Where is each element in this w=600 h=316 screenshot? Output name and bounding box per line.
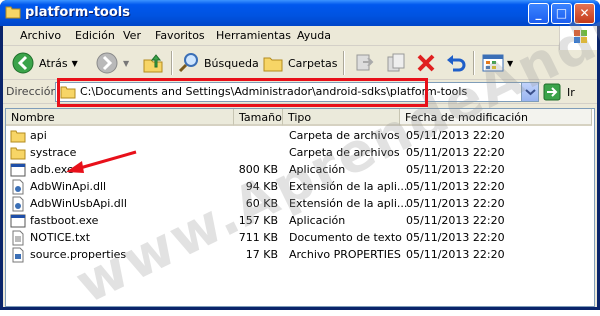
exe-icon xyxy=(10,214,26,228)
menu-bar: Archivo Edición Ver Favoritos Herramient… xyxy=(3,26,597,50)
chevron-down-icon xyxy=(525,89,536,96)
file-modified: 05/11/2013 22:20 xyxy=(406,146,505,159)
undo-icon xyxy=(447,55,466,72)
file-type: Carpeta de archivos xyxy=(289,146,400,159)
up-folder-button[interactable] xyxy=(141,50,165,76)
file-type: Extensión de la apli... xyxy=(289,180,408,193)
file-row[interactable]: AdbWinApi.dll 94 KB Extensión de la apli… xyxy=(6,179,594,196)
file-name: NOTICE.txt xyxy=(30,231,91,244)
menu-edicion[interactable]: Edición xyxy=(75,29,115,42)
column-header-size[interactable]: Tamaño xyxy=(234,109,283,126)
file-type: Carpeta de archivos xyxy=(289,129,400,142)
file-size: 60 KB xyxy=(245,197,278,210)
file-type: Aplicación xyxy=(289,163,346,176)
file-modified: 05/11/2013 22:20 xyxy=(406,197,505,210)
maximize-button[interactable]: □ xyxy=(551,3,572,24)
folders-label: Carpetas xyxy=(288,56,338,70)
views-dropdown-icon[interactable]: ▼ xyxy=(507,59,513,68)
column-header-name[interactable]: Nombre xyxy=(6,109,234,126)
toolbar-separator xyxy=(473,51,475,75)
column-header-type[interactable]: Tipo xyxy=(283,109,400,126)
back-label: Atrás xyxy=(39,56,68,70)
folder-icon xyxy=(5,6,21,19)
annotation-arrow-icon xyxy=(66,150,137,173)
address-highlight-box xyxy=(57,78,428,107)
back-arrow-icon xyxy=(12,52,34,74)
toolbar-separator xyxy=(343,51,345,75)
address-label: Dirección xyxy=(6,85,58,98)
go-arrow-icon xyxy=(543,83,561,101)
go-button[interactable]: Ir xyxy=(543,83,575,101)
folders-button[interactable]: Carpetas xyxy=(262,50,337,76)
file-row[interactable]: api Carpeta de archivos 05/11/2013 22:20 xyxy=(6,128,594,145)
file-size: 711 KB xyxy=(238,231,278,244)
dll-icon xyxy=(12,179,24,195)
file-row[interactable]: NOTICE.txt 711 KB Documento de texto 05/… xyxy=(6,230,594,247)
menu-archivo[interactable]: Archivo xyxy=(20,29,61,42)
file-size: 157 KB xyxy=(238,214,278,227)
file-name: fastboot.exe xyxy=(30,214,99,227)
file-modified: 05/11/2013 22:20 xyxy=(406,248,505,261)
menu-favoritos[interactable]: Favoritos xyxy=(155,29,205,42)
forward-arrow-icon xyxy=(96,52,118,74)
go-label: Ir xyxy=(567,85,575,99)
properties-file-icon xyxy=(12,247,24,263)
title-bar[interactable]: platform-tools _ □ ✕ xyxy=(0,0,600,26)
back-dropdown-icon[interactable]: ▼ xyxy=(72,59,78,68)
file-name: AdbWinApi.dll xyxy=(30,180,107,193)
copy-to-button[interactable] xyxy=(385,50,407,76)
file-type: Documento de texto xyxy=(289,231,402,244)
file-type: Archivo PROPERTIES xyxy=(289,248,401,261)
views-icon xyxy=(482,54,504,72)
views-button[interactable]: ▼ xyxy=(481,50,513,76)
delete-button[interactable] xyxy=(415,50,437,76)
address-dropdown-button[interactable] xyxy=(521,83,538,101)
toolbar-separator xyxy=(171,51,173,75)
close-button[interactable]: ✕ xyxy=(574,3,595,24)
file-name: AdbWinUsbApi.dll xyxy=(30,197,127,210)
file-name: api xyxy=(30,129,47,142)
dll-icon xyxy=(12,196,24,212)
minimize-button[interactable]: _ xyxy=(528,3,549,24)
search-label: Búsqueda xyxy=(204,56,259,70)
file-size: 800 KB xyxy=(238,163,278,176)
file-row[interactable]: source.properties 17 KB Archivo PROPERTI… xyxy=(6,247,594,264)
file-row[interactable]: AdbWinUsbApi.dll 60 KB Extensión de la a… xyxy=(6,196,594,213)
up-folder-icon xyxy=(143,54,163,73)
folder-icon xyxy=(10,147,26,160)
column-header-modified[interactable]: Fecha de modificación xyxy=(400,109,592,126)
delete-x-icon xyxy=(417,54,435,72)
file-size: 94 KB xyxy=(245,180,278,193)
menu-ayuda[interactable]: Ayuda xyxy=(297,29,331,42)
copy-to-icon xyxy=(387,53,405,72)
file-modified: 05/11/2013 22:20 xyxy=(406,163,505,176)
file-modified: 05/11/2013 22:20 xyxy=(406,214,505,227)
file-row[interactable]: fastboot.exe 157 KB Aplicación 05/11/201… xyxy=(6,213,594,230)
forward-button[interactable]: ▼ xyxy=(95,50,129,76)
folders-icon xyxy=(263,57,283,72)
file-modified: 05/11/2013 22:20 xyxy=(406,129,505,142)
text-file-icon xyxy=(12,230,24,246)
file-modified: 05/11/2013 22:20 xyxy=(406,231,505,244)
forward-dropdown-icon[interactable]: ▼ xyxy=(123,59,129,68)
move-to-icon xyxy=(356,54,374,71)
file-size: 17 KB xyxy=(245,248,278,261)
move-to-button[interactable] xyxy=(353,50,375,76)
search-button[interactable]: Búsqueda xyxy=(178,50,259,76)
menu-herramientas[interactable]: Herramientas xyxy=(216,29,291,42)
menu-ver[interactable]: Ver xyxy=(123,29,141,42)
file-name: source.properties xyxy=(30,248,127,261)
folder-icon xyxy=(10,130,26,143)
back-button[interactable]: Atrás ▼ xyxy=(11,50,78,76)
search-icon xyxy=(178,53,198,73)
window-title: platform-tools xyxy=(25,5,130,20)
undo-button[interactable] xyxy=(445,50,467,76)
file-type: Extensión de la apli... xyxy=(289,197,408,210)
file-modified: 05/11/2013 22:20 xyxy=(406,180,505,193)
file-type: Aplicación xyxy=(289,214,346,227)
standard-toolbar: Atrás ▼ ▼ Búsqueda Carpetas ▼ xyxy=(3,46,597,80)
file-list: Nombre Tamaño Tipo Fecha de modificación… xyxy=(5,0,600,316)
exe-icon xyxy=(10,163,26,177)
